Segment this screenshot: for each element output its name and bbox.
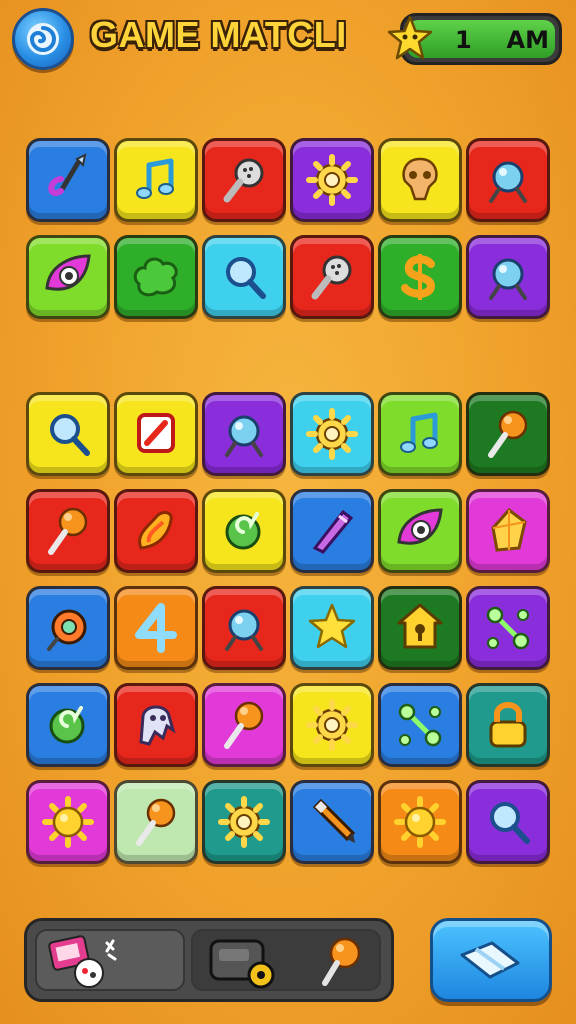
- lollipop-icon: [136, 798, 176, 846]
- menu-button[interactable]: [12, 8, 74, 70]
- music-note-icon: [400, 412, 438, 453]
- gear-icon: [306, 408, 358, 460]
- bush-icon: [133, 257, 178, 297]
- tile-top-r1-c3[interactable]: [202, 138, 286, 222]
- tile-top-r1-c2[interactable]: [114, 138, 198, 222]
- skull-icon: [402, 157, 438, 201]
- tile-main-r1-c2[interactable]: [114, 392, 198, 476]
- tile-main-r5-c3[interactable]: [202, 780, 286, 864]
- tile-top-r2-c4[interactable]: [290, 235, 374, 319]
- orb-icon: [225, 609, 263, 651]
- star-icon: [308, 603, 356, 649]
- tile-main-r2-c1[interactable]: [26, 489, 110, 573]
- swirl-icon: [49, 706, 85, 744]
- tile-main-r5-c5[interactable]: [378, 780, 462, 864]
- inventory-slot-1[interactable]: [35, 929, 185, 991]
- tile-main-r3-c6[interactable]: [466, 586, 550, 670]
- eraser-icon: [460, 941, 520, 979]
- inventory-bar: [24, 918, 394, 1002]
- game-title: GAME MATCLI: [90, 14, 347, 55]
- tile-main-r2-c4[interactable]: [290, 489, 374, 573]
- tile-main-r2-c5[interactable]: [378, 489, 462, 573]
- number-icon: [135, 603, 177, 653]
- tile-main-r5-c4[interactable]: [290, 780, 374, 864]
- magnifier-icon: [50, 414, 90, 456]
- tile-main-r4-c3[interactable]: [202, 683, 286, 767]
- pencil-icon: [312, 798, 356, 843]
- tile-main-r4-c4[interactable]: [290, 683, 374, 767]
- tile-top-r1-c5[interactable]: [378, 138, 462, 222]
- timer-value: 1: [455, 26, 472, 54]
- orb-icon: [489, 161, 527, 203]
- gear-icon: [306, 699, 358, 751]
- tile-main-r4-c5[interactable]: [378, 683, 462, 767]
- swirl-logo-icon: [27, 23, 59, 55]
- flame-icon: [138, 511, 173, 550]
- tile-top-r2-c1[interactable]: [26, 235, 110, 319]
- tile-main-r5-c1[interactable]: [26, 780, 110, 864]
- star-icon: [387, 15, 433, 60]
- tile-main-r3-c5[interactable]: [378, 586, 462, 670]
- shield-icon: [137, 413, 175, 453]
- orb-icon: [489, 258, 527, 300]
- tile-main-r1-c6[interactable]: [466, 392, 550, 476]
- tile-main-r4-c6[interactable]: [466, 683, 550, 767]
- ring-icon: [47, 609, 87, 651]
- tile-main-r1-c1[interactable]: [26, 392, 110, 476]
- hook-icon: [48, 153, 87, 196]
- rattle-icon: [223, 158, 264, 203]
- orb-icon: [225, 415, 263, 457]
- tile-main-r2-c6[interactable]: [466, 489, 550, 573]
- radio-icon: [209, 939, 275, 989]
- crystal-icon: [312, 509, 354, 554]
- tile-main-r4-c2[interactable]: [114, 683, 198, 767]
- molecule-icon: [486, 606, 530, 650]
- tile-top-r2-c6[interactable]: [466, 235, 550, 319]
- music-note-icon: [136, 158, 174, 199]
- tile-main-r5-c6[interactable]: [466, 780, 550, 864]
- dollar-icon: [401, 254, 436, 300]
- tile-main-r1-c3[interactable]: [202, 392, 286, 476]
- tile-top-r2-c2[interactable]: [114, 235, 198, 319]
- photo-card-icon: [48, 935, 117, 988]
- lollipop-icon: [322, 937, 361, 986]
- tile-top-r2-c5[interactable]: [378, 235, 462, 319]
- tile-top-r1-c4[interactable]: [290, 138, 374, 222]
- lock-icon: [489, 702, 527, 748]
- tile-main-r1-c4[interactable]: [290, 392, 374, 476]
- gear-icon: [306, 154, 358, 206]
- lollipop-icon: [224, 701, 264, 749]
- tile-main-r3-c1[interactable]: [26, 586, 110, 670]
- rattle-icon: [311, 255, 352, 300]
- magnifier-icon: [226, 257, 266, 299]
- tile-main-r1-c5[interactable]: [378, 392, 462, 476]
- sun-icon: [394, 796, 446, 848]
- tile-main-r3-c2[interactable]: [114, 586, 198, 670]
- timer-suffix: AM: [506, 26, 549, 54]
- tile-main-r3-c3[interactable]: [202, 586, 286, 670]
- tile-top-r1-c6[interactable]: [466, 138, 550, 222]
- sun-icon: [42, 796, 94, 848]
- eraser-button[interactable]: [430, 918, 552, 1002]
- tile-main-r5-c2[interactable]: [114, 780, 198, 864]
- gear-icon: [218, 796, 270, 848]
- tile-main-r2-c3[interactable]: [202, 489, 286, 573]
- swirl-icon: [225, 512, 261, 550]
- lollipop-icon: [48, 507, 88, 555]
- tile-main-r3-c4[interactable]: [290, 586, 374, 670]
- house-icon: [397, 603, 443, 649]
- tile-main-r4-c1[interactable]: [26, 683, 110, 767]
- inventory-slot-2[interactable]: [191, 929, 381, 991]
- molecule-icon: [398, 703, 442, 747]
- ghost-icon: [139, 705, 176, 746]
- magnifier-icon: [490, 802, 530, 844]
- eye-icon: [397, 508, 443, 545]
- tile-top-r1-c1[interactable]: [26, 138, 110, 222]
- tile-top-r2-c3[interactable]: [202, 235, 286, 319]
- eye-icon: [45, 254, 91, 291]
- lollipop-icon: [488, 410, 528, 458]
- gem-icon: [491, 507, 527, 552]
- tile-main-r2-c2[interactable]: [114, 489, 198, 573]
